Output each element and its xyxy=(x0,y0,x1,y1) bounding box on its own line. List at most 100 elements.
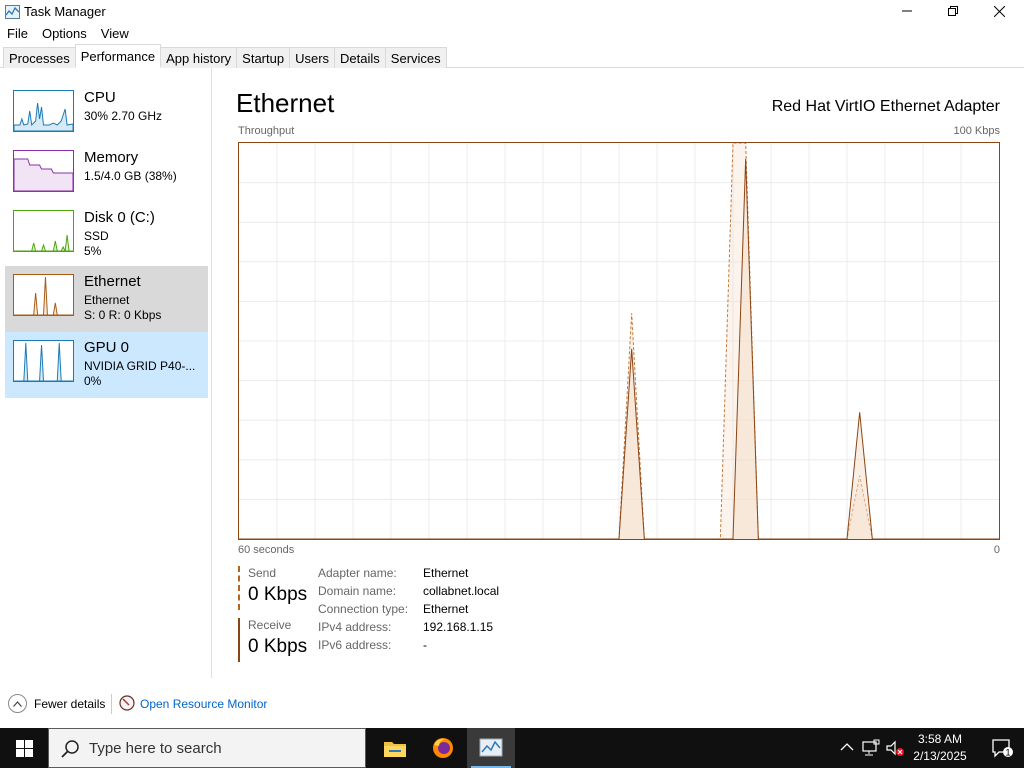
close-button[interactable] xyxy=(976,0,1022,22)
search-icon xyxy=(61,740,79,758)
menu-file[interactable]: File xyxy=(0,24,35,44)
disk-usage: 5% xyxy=(84,244,102,258)
footer-divider xyxy=(111,694,112,714)
disk-type: SSD xyxy=(84,229,109,243)
task-manager-icon xyxy=(479,738,503,757)
gpu-name: NVIDIA GRID P40-... xyxy=(84,359,196,373)
detail-key: Adapter name: xyxy=(318,566,397,580)
disk-thumbnail-graph xyxy=(13,210,74,252)
start-button[interactable] xyxy=(0,728,48,768)
detail-value: Ethernet xyxy=(423,602,469,616)
sidebar-item-ethernet[interactable]: Ethernet Ethernet S: 0 R: 0 Kbps xyxy=(5,266,208,332)
memory-thumbnail-graph xyxy=(13,150,74,192)
detail-row: IPv6 address: - xyxy=(318,638,499,656)
minimize-button[interactable] xyxy=(884,0,930,22)
menu-bar: File Options View xyxy=(0,24,136,44)
detail-key: IPv6 address: xyxy=(318,638,392,652)
detail-value: 192.168.1.15 xyxy=(423,620,494,634)
action-center-button[interactable]: 1 xyxy=(980,728,1024,768)
receive-stat: Receive 0 Kbps xyxy=(238,618,307,662)
adapter-name: Red Hat VirtIO Ethernet Adapter xyxy=(771,98,1000,115)
menu-options[interactable]: Options xyxy=(35,24,94,44)
ethernet-name: Ethernet xyxy=(84,293,130,307)
detail-key: IPv4 address: xyxy=(318,620,392,634)
tab-services[interactable]: Services xyxy=(384,47,447,68)
throughput-graph xyxy=(238,142,1000,540)
menu-view[interactable]: View xyxy=(94,24,136,44)
folder-icon xyxy=(384,742,406,757)
send-label: Send xyxy=(248,566,277,580)
clock-date: 2/13/2025 xyxy=(913,749,967,763)
ethernet-throughput: S: 0 R: 0 Kbps xyxy=(84,308,162,322)
performance-main-panel: Ethernet Red Hat VirtIO Ethernet Adapter… xyxy=(228,68,1018,678)
send-stat: Send 0 Kbps xyxy=(238,566,307,610)
performance-sidebar: CPU 30% 2.70 GHz Memory 1.5/4.0 GB (38%)… xyxy=(0,68,212,678)
tab-processes[interactable]: Processes xyxy=(3,47,76,68)
taskbar-search-box[interactable]: Type here to search xyxy=(48,728,366,768)
detail-key: Connection type: xyxy=(318,602,409,616)
taskbar-clock[interactable]: 3:58 AM 2/13/2025 xyxy=(900,731,980,765)
restore-button[interactable] xyxy=(930,0,976,22)
file-explorer-taskbar-button[interactable] xyxy=(371,728,419,768)
receive-label: Receive xyxy=(248,618,292,632)
cpu-thumbnail-graph xyxy=(13,90,74,132)
adapter-details: Adapter name: Ethernet Domain name: collab… xyxy=(318,566,499,656)
notification-count: 1 xyxy=(1005,748,1010,758)
detail-value: Ethernet xyxy=(423,566,469,580)
graph-max-label: 100 Kbps xyxy=(953,125,1000,137)
sidebar-item-memory[interactable]: Memory 1.5/4.0 GB (38%) xyxy=(5,142,208,208)
tab-performance[interactable]: Performance xyxy=(74,44,162,68)
memory-title: Memory xyxy=(84,149,139,166)
tab-details[interactable]: Details xyxy=(334,47,386,68)
close-icon xyxy=(993,5,1005,17)
chevron-up-icon[interactable] xyxy=(840,739,854,757)
ethernet-thumbnail-graph xyxy=(13,274,74,316)
fewer-details-link[interactable]: Fewer details xyxy=(34,697,105,711)
firefox-icon xyxy=(433,738,453,758)
memory-usage: 1.5/4.0 GB (38%) xyxy=(84,169,177,183)
resource-monitor-icon[interactable] xyxy=(119,695,135,711)
sidebar-item-disk[interactable]: Disk 0 (C:) SSD 5% xyxy=(5,202,208,268)
throughput-chart-svg xyxy=(239,143,999,539)
graph-min-label: 0 xyxy=(993,544,1000,556)
detail-value: - xyxy=(423,638,427,652)
gpu-usage: 0% xyxy=(84,374,102,388)
windows-logo-icon xyxy=(15,739,33,757)
cpu-title: CPU xyxy=(84,89,116,106)
search-placeholder: Type here to search xyxy=(89,740,222,757)
gpu-thumbnail-graph xyxy=(13,340,74,382)
tab-app-history[interactable]: App history xyxy=(160,47,238,68)
tab-users[interactable]: Users xyxy=(289,47,336,68)
graph-label: Throughput xyxy=(238,125,295,137)
disk-title: Disk 0 (C:) xyxy=(84,209,155,226)
task-manager-taskbar-button[interactable] xyxy=(467,728,515,768)
page-title: Ethernet xyxy=(236,88,335,118)
firefox-taskbar-button[interactable] xyxy=(419,728,467,768)
detail-key: Domain name: xyxy=(318,584,397,598)
restore-icon xyxy=(948,6,958,16)
detail-row: Domain name: collabnet.local xyxy=(318,584,499,602)
detail-row: Connection type: Ethernet xyxy=(318,602,499,620)
sidebar-item-cpu[interactable]: CPU 30% 2.70 GHz xyxy=(5,82,208,148)
chevron-up-icon[interactable] xyxy=(8,694,27,713)
clock-time: 3:58 AM xyxy=(917,732,963,746)
send-value: 0 Kbps xyxy=(248,584,308,605)
time-span-label: 60 seconds xyxy=(238,544,295,556)
detail-value: collabnet.local xyxy=(423,584,500,598)
detail-row: IPv4 address: 192.168.1.15 xyxy=(318,620,499,638)
gpu-title: GPU 0 xyxy=(84,339,130,356)
sidebar-item-gpu[interactable]: GPU 0 NVIDIA GRID P40-... 0% xyxy=(5,332,208,398)
minimize-icon xyxy=(902,10,912,12)
ethernet-title: Ethernet xyxy=(84,273,141,290)
taskbar: Type here to search 3:58 AM 2/13/2025 1 xyxy=(0,728,1024,768)
window-title: Task Manager xyxy=(24,4,106,19)
receive-value: 0 Kbps xyxy=(248,636,308,657)
detail-row: Adapter name: Ethernet xyxy=(318,566,499,584)
title-bar[interactable]: Task Manager xyxy=(0,0,1024,24)
tab-startup[interactable]: Startup xyxy=(236,47,291,68)
open-resource-monitor-link[interactable]: Open Resource Monitor xyxy=(140,697,267,711)
network-icon[interactable] xyxy=(862,739,880,757)
notification-icon: 1 xyxy=(992,739,1013,758)
task-manager-icon xyxy=(5,5,20,19)
task-manager-window: Task Manager File Options View Processes… xyxy=(0,0,1024,728)
